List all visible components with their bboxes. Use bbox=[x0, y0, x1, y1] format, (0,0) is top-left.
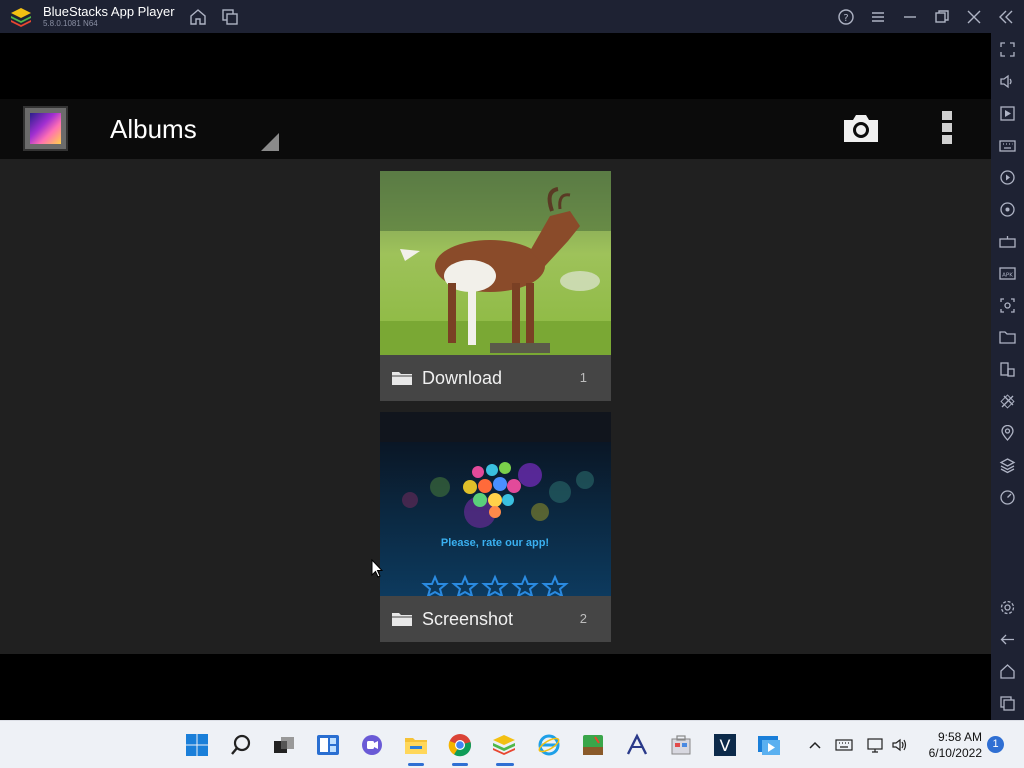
install-apk-icon[interactable]: APK bbox=[999, 265, 1016, 282]
screenshot-icon[interactable] bbox=[999, 297, 1016, 314]
system-clock[interactable]: 9:58 AM 6/10/2022 bbox=[918, 729, 982, 761]
settings-icon[interactable] bbox=[999, 599, 1016, 616]
album-dropdown-icon[interactable] bbox=[261, 133, 279, 151]
toolbox-app-icon[interactable] bbox=[669, 733, 693, 757]
camera-icon[interactable] bbox=[842, 112, 880, 144]
title-bar: BlueStacks App Player 5.8.0.1081 N64 ? bbox=[0, 0, 1024, 33]
folder-icon bbox=[391, 369, 413, 386]
fullscreen-icon[interactable] bbox=[999, 41, 1016, 58]
close-icon[interactable] bbox=[965, 8, 983, 26]
search-icon[interactable] bbox=[229, 733, 253, 757]
start-icon[interactable] bbox=[185, 733, 209, 757]
vegas-icon[interactable]: V bbox=[713, 733, 737, 757]
media-player-icon[interactable] bbox=[757, 733, 781, 757]
album-download[interactable]: Download 1 bbox=[380, 171, 611, 401]
album-thumbnail: Please, rate our app! bbox=[380, 412, 611, 596]
folder-icon bbox=[391, 610, 413, 627]
overflow-menu-icon[interactable] bbox=[942, 111, 954, 147]
albums-grid: Download 1 Please, rate our app! Screens… bbox=[0, 159, 991, 687]
gamepad-icon[interactable] bbox=[999, 233, 1016, 250]
speaker-icon[interactable] bbox=[891, 736, 909, 754]
folder-icon[interactable] bbox=[999, 329, 1016, 346]
clock-time: 9:58 AM bbox=[937, 730, 982, 744]
page-title: Albums bbox=[110, 114, 197, 144]
show-hidden-icons-icon[interactable] bbox=[806, 736, 824, 754]
album-count: 2 bbox=[579, 611, 587, 626]
home-icon[interactable] bbox=[189, 8, 207, 26]
help-icon[interactable]: ? bbox=[837, 8, 855, 26]
album-caption: Screenshot 2 bbox=[380, 596, 611, 642]
chat-icon[interactable] bbox=[360, 733, 384, 757]
performance-icon[interactable] bbox=[999, 489, 1016, 506]
chrome-icon[interactable] bbox=[448, 733, 472, 757]
mouse-cursor-icon bbox=[371, 558, 384, 578]
bluestacks-logo-icon bbox=[10, 7, 32, 27]
svg-text:?: ? bbox=[843, 13, 848, 24]
album-name: Download bbox=[422, 368, 503, 388]
minimize-icon[interactable] bbox=[901, 8, 919, 26]
network-icon[interactable] bbox=[866, 736, 884, 754]
album-thumbnail bbox=[380, 171, 611, 355]
multi-instance-sync-icon[interactable] bbox=[999, 361, 1016, 378]
file-explorer-icon[interactable] bbox=[404, 733, 428, 757]
android-home-icon[interactable] bbox=[999, 663, 1016, 680]
windows-taskbar: V 9:58 AM 6/10/2022 1 bbox=[0, 720, 1024, 768]
media-manager-icon[interactable] bbox=[999, 105, 1016, 122]
keyboard-icon[interactable] bbox=[999, 137, 1016, 154]
app-version: 5.8.0.1081 N64 bbox=[43, 19, 98, 28]
svg-text:V: V bbox=[720, 736, 731, 755]
bluestacks-sidebar: APK bbox=[991, 33, 1024, 720]
green-app-icon[interactable] bbox=[581, 733, 605, 757]
location-icon[interactable] bbox=[999, 425, 1016, 442]
layers-icon[interactable] bbox=[999, 457, 1016, 474]
keyboard-layout-icon[interactable] bbox=[835, 736, 853, 754]
menu-icon[interactable] bbox=[869, 8, 887, 26]
album-count: 1 bbox=[579, 370, 587, 385]
clock-date: 6/10/2022 bbox=[928, 746, 982, 760]
macro-recorder-icon[interactable] bbox=[999, 169, 1016, 186]
bluestacks-taskbar-icon[interactable] bbox=[492, 733, 516, 757]
album-name: Screenshot bbox=[422, 609, 514, 629]
vector-app-icon[interactable] bbox=[625, 733, 649, 757]
task-view-icon[interactable] bbox=[272, 733, 296, 757]
sync-icon[interactable] bbox=[999, 201, 1016, 218]
album-screenshot[interactable]: Please, rate our app! Screenshot 2 bbox=[380, 412, 611, 642]
svg-text:APK: APK bbox=[1002, 273, 1013, 279]
back-icon[interactable] bbox=[999, 631, 1016, 648]
widgets-icon[interactable] bbox=[316, 733, 340, 757]
rate-app-text: Please, rate our app! bbox=[441, 537, 549, 549]
collapse-sidebar-icon[interactable] bbox=[997, 8, 1015, 26]
restore-icon[interactable] bbox=[933, 8, 951, 26]
volume-icon[interactable] bbox=[999, 73, 1016, 90]
gallery-app-icon[interactable] bbox=[23, 106, 68, 151]
album-caption: Download 1 bbox=[380, 355, 611, 401]
window-title: BlueStacks App Player bbox=[43, 4, 175, 19]
multi-instance-icon[interactable] bbox=[221, 8, 239, 26]
internet-explorer-icon[interactable] bbox=[537, 733, 561, 757]
notification-badge[interactable]: 1 bbox=[987, 736, 1004, 753]
recent-apps-icon[interactable] bbox=[999, 695, 1016, 712]
eco-mode-icon[interactable] bbox=[999, 393, 1016, 410]
